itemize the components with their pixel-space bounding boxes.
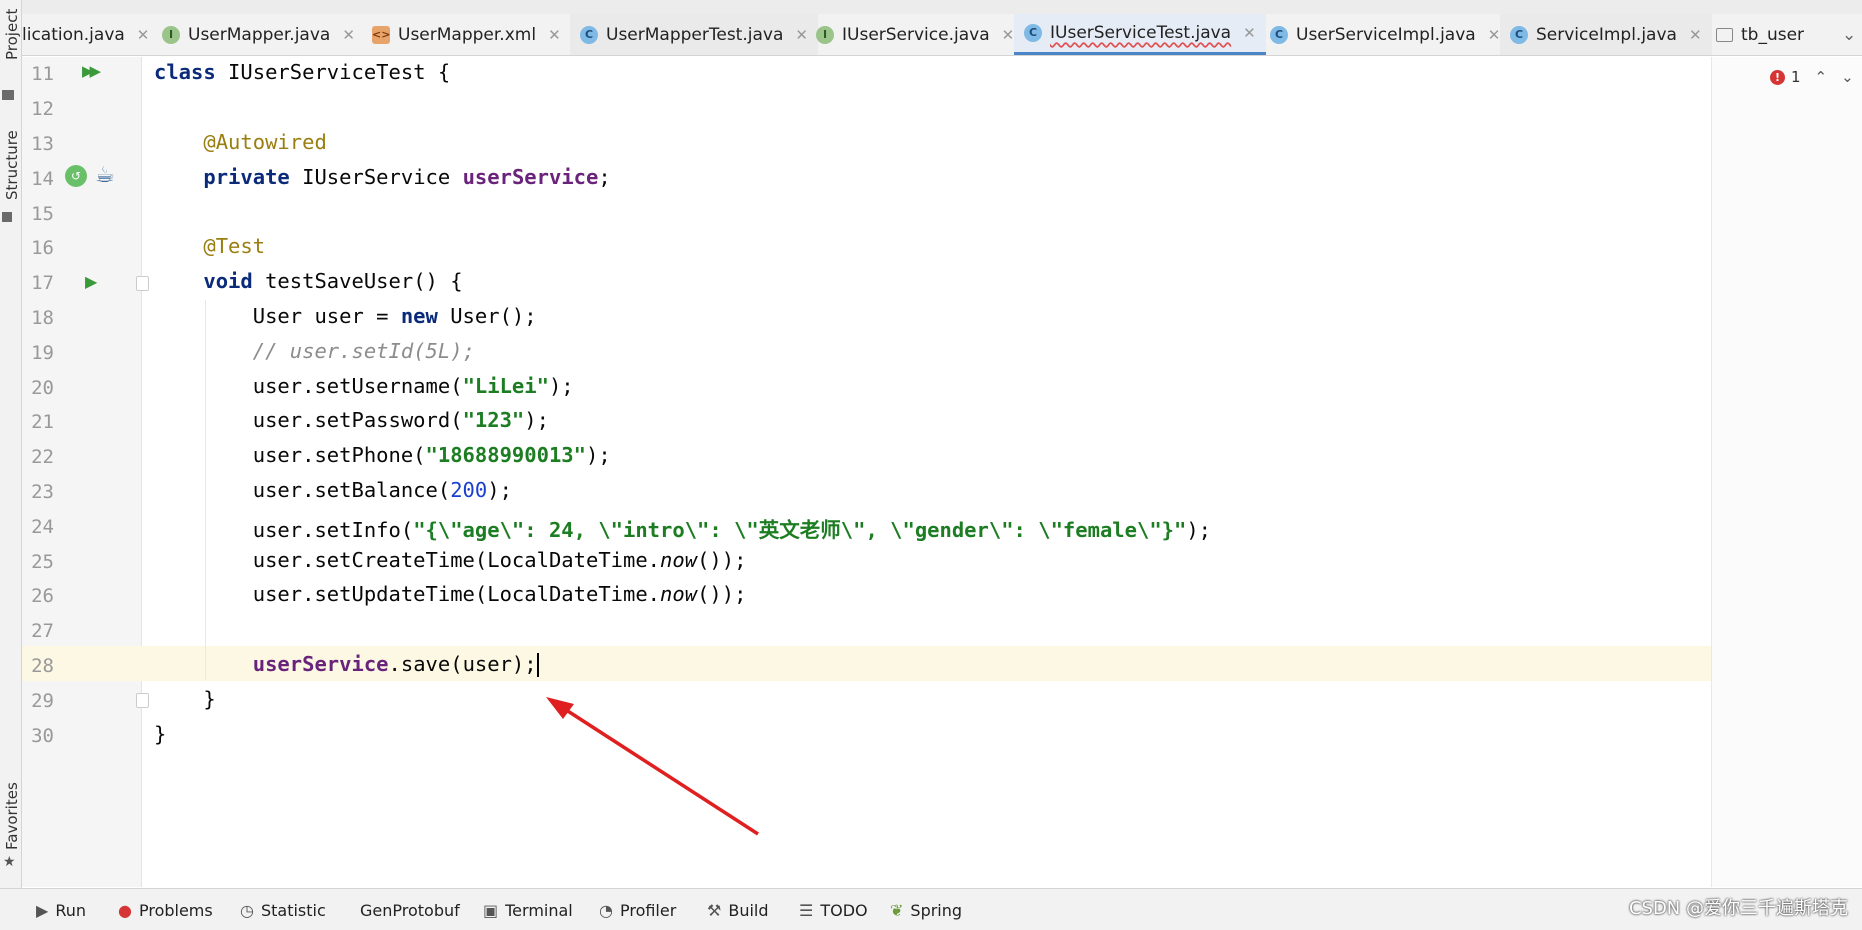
hammer-icon: ⚒ (707, 900, 722, 920)
tool-label: Statistic (260, 900, 326, 920)
tool-label: Problems (138, 900, 213, 920)
genprotobuf-tool-button[interactable]: GenProtobuf (360, 889, 460, 930)
problems-tool-button[interactable]: ● Problems (118, 889, 213, 930)
spring-leaf-icon: ❦ (890, 900, 904, 920)
tool-label: TODO (820, 900, 868, 920)
run-icon: ▶ (36, 900, 49, 920)
run-tool-button[interactable]: ▶ Run (36, 889, 86, 930)
watermark: CSDN @爱你三千遍斯塔克 (1628, 898, 1848, 919)
todo-tool-button[interactable]: ☰ TODO (799, 889, 868, 930)
bottom-tool-bar: ▶ Run ● Problems ◷ Statistic GenProtobuf… (0, 888, 1862, 930)
tool-label: Profiler (619, 900, 677, 920)
tool-label: Spring (910, 900, 963, 920)
tool-label: Run (55, 900, 86, 920)
profiler-icon: ◔ (599, 900, 613, 920)
error-icon: ● (118, 900, 132, 920)
tool-label: GenProtobuf (360, 900, 460, 920)
annotation-arrow (546, 697, 759, 836)
tool-label: Build (728, 900, 769, 920)
profiler-tool-button[interactable]: ◔ Profiler (599, 889, 676, 930)
statistic-tool-button[interactable]: ◷ Statistic (240, 889, 326, 930)
list-icon: ☰ (799, 900, 814, 920)
arrow-shaft (559, 704, 759, 836)
arrow-head (546, 697, 574, 719)
terminal-tool-button[interactable]: ▣ Terminal (483, 889, 573, 930)
clock-icon: ◷ (240, 900, 254, 920)
build-tool-button[interactable]: ⚒ Build (707, 889, 769, 930)
terminal-icon: ▣ (483, 900, 499, 920)
spring-tool-button[interactable]: ❦ Spring (890, 889, 962, 930)
tool-label: Terminal (505, 900, 573, 920)
